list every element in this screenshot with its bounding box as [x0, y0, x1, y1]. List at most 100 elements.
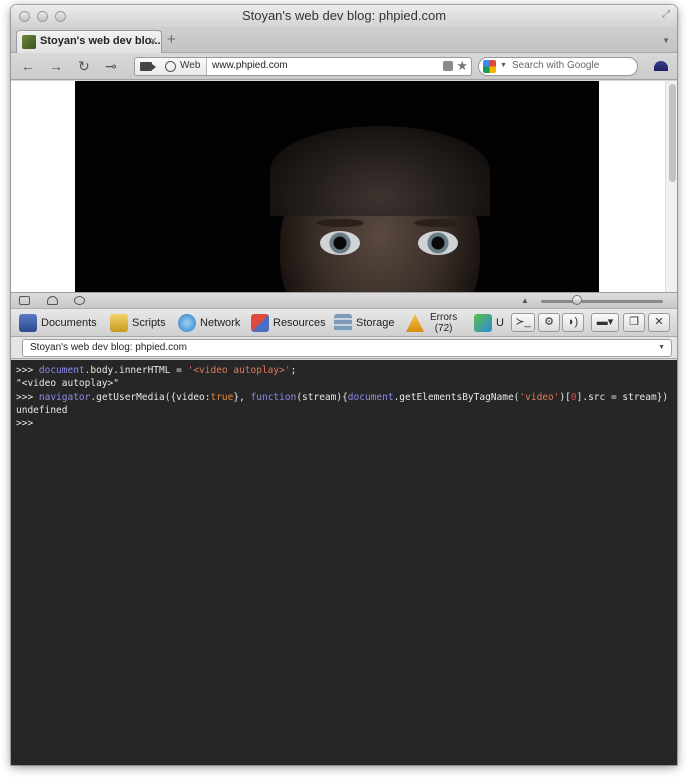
storage-icon — [334, 314, 352, 332]
tab-scripts-label: Scripts — [132, 317, 166, 329]
tab-documents-label: Documents — [41, 317, 97, 329]
devtools-panel-tabs: Documents Scripts Network Resources Stor… — [11, 309, 677, 337]
console-token: 'video' — [519, 391, 560, 403]
camera-icon — [140, 62, 156, 71]
tab-label: Stoyan's web dev blo... — [40, 35, 161, 47]
video-eye — [418, 231, 458, 255]
cloud-icon[interactable] — [47, 296, 58, 305]
dock-icon[interactable] — [19, 296, 30, 305]
tab-storage-label: Storage — [356, 317, 395, 329]
window-title: Stoyan's web dev blog: phpied.com — [241, 8, 447, 23]
close-tab-icon[interactable]: × — [149, 34, 157, 48]
forward-arrow-icon[interactable]: → — [49, 58, 63, 74]
console-output-line: undefined — [16, 404, 672, 417]
search-engine-chevron-icon[interactable]: ▼ — [500, 62, 507, 69]
errors-icon — [406, 314, 424, 332]
gear-icon[interactable]: ⚙ — [538, 313, 560, 332]
console-token: }, — [233, 391, 251, 403]
minimize-window-button[interactable] — [37, 11, 48, 22]
errors-label-text: Errors — [430, 312, 458, 323]
tab-documents[interactable]: Documents — [19, 312, 99, 334]
console-prompt: >>> — [16, 391, 39, 403]
bookmark-star-icon[interactable]: ★ — [456, 58, 468, 74]
devtools-status-bar: ▲ — [11, 292, 677, 309]
tab-errors[interactable]: Errors (72) — [406, 312, 466, 334]
tab-utilities[interactable]: U — [474, 312, 510, 334]
console-token: document — [38, 365, 85, 376]
clapper-menu-button[interactable]: ▬▾ — [591, 313, 619, 332]
address-mode-segment[interactable]: Web — [135, 58, 207, 75]
close-window-button[interactable] — [19, 11, 30, 22]
google-icon[interactable] — [483, 60, 496, 73]
close-devtools-icon[interactable]: ✕ — [648, 313, 670, 332]
context-chevron-down-icon[interactable]: ▼ — [658, 344, 665, 351]
tab-active[interactable]: Stoyan's web dev blo... × — [16, 30, 162, 53]
console-token: navigator — [38, 391, 91, 403]
scroll-thumb[interactable] — [669, 84, 676, 182]
rss-icon[interactable] — [443, 61, 453, 71]
network-icon — [178, 314, 196, 332]
resources-icon — [251, 314, 269, 332]
back-arrow-icon[interactable]: ← — [21, 58, 35, 74]
errors-count: (72) — [434, 323, 453, 334]
page-scrollbar[interactable] — [665, 81, 677, 292]
tab-resources[interactable]: Resources — [251, 312, 327, 334]
console-token: ].src = stream}) — [576, 391, 669, 403]
context-select[interactable]: Stoyan's web dev blog: phpied.com ▼ — [22, 339, 672, 357]
console-prompt: >>> — [16, 365, 39, 376]
fullscreen-icon[interactable]: ⤢ — [661, 10, 671, 20]
expand-up-icon[interactable]: ▲ — [521, 296, 529, 305]
detach-window-icon[interactable]: ❐ — [623, 313, 645, 332]
search-box[interactable]: ▼ Search with Google — [478, 57, 638, 76]
console-output[interactable]: >>> document.body.innerHTML = '<video au… — [11, 360, 677, 765]
console-result: undefined — [16, 404, 68, 416]
zoom-slider[interactable] — [541, 300, 663, 303]
console-token: (stream){ — [296, 391, 348, 403]
console-token: document — [347, 391, 394, 403]
tab-resources-label: Resources — [273, 317, 326, 329]
url-text[interactable]: www.phpied.com — [212, 60, 288, 71]
video-brow — [414, 219, 462, 227]
gauge-icon[interactable] — [74, 296, 85, 305]
console-result: "<video autoplay>" — [16, 378, 119, 390]
address-bar[interactable]: Web www.phpied.com ★ — [134, 57, 472, 76]
console-token: .getUserMedia({video: — [90, 391, 211, 403]
reload-icon[interactable]: ↻ — [78, 58, 90, 74]
webcam-video[interactable] — [75, 81, 599, 292]
console-output-line: "<video autoplay>" — [16, 377, 672, 390]
tab-menu-chevron-icon[interactable]: ▼ — [662, 36, 670, 45]
audio-icon[interactable]: ◗) — [562, 313, 584, 332]
scripts-icon — [110, 314, 128, 332]
tab-errors-label: Errors (72) — [430, 312, 457, 334]
zoom-slider-knob[interactable] — [572, 295, 582, 305]
tab-network[interactable]: Network — [178, 312, 244, 334]
globe-icon — [165, 61, 176, 72]
documents-icon — [19, 314, 37, 332]
navigation-toolbar: ← → ↻ ⊸ Web www.phpied.com ★ ▼ Search wi… — [11, 53, 677, 80]
tab-network-label: Network — [200, 317, 241, 329]
console-toggle-button[interactable]: ≻_ — [511, 313, 535, 332]
console-token: ; — [290, 365, 297, 376]
console-input-line: >>> document.body.innerHTML = '<video au… — [16, 364, 672, 377]
zoom-window-button[interactable] — [55, 11, 66, 22]
context-row: Stoyan's web dev blog: phpied.com ▼ — [11, 337, 677, 359]
console-token: '<video autoplay>' — [187, 365, 291, 376]
key-icon[interactable]: ⊸ — [105, 58, 117, 74]
browser-window: Stoyan's web dev blog: phpied.com ⤢ Stoy… — [11, 5, 677, 765]
console-input-line: >>> navigator.getUserMedia({video:true},… — [16, 391, 672, 404]
search-placeholder[interactable]: Search with Google — [512, 60, 599, 71]
address-mode-label: Web — [180, 60, 201, 71]
tab-storage[interactable]: Storage — [334, 312, 398, 334]
favicon-icon — [22, 35, 36, 49]
console-token: .getElementsByTagName( — [393, 391, 520, 403]
extension-icon[interactable] — [654, 61, 668, 71]
video-brow — [316, 219, 364, 227]
new-tab-icon[interactable]: + — [167, 32, 176, 47]
context-select-value: Stoyan's web dev blog: phpied.com — [30, 342, 188, 353]
video-eye — [320, 231, 360, 255]
video-hair — [270, 126, 490, 216]
console-token: function — [250, 391, 297, 403]
tab-scripts[interactable]: Scripts — [110, 312, 170, 334]
console-token: true — [210, 391, 234, 403]
page-viewport — [11, 81, 677, 292]
